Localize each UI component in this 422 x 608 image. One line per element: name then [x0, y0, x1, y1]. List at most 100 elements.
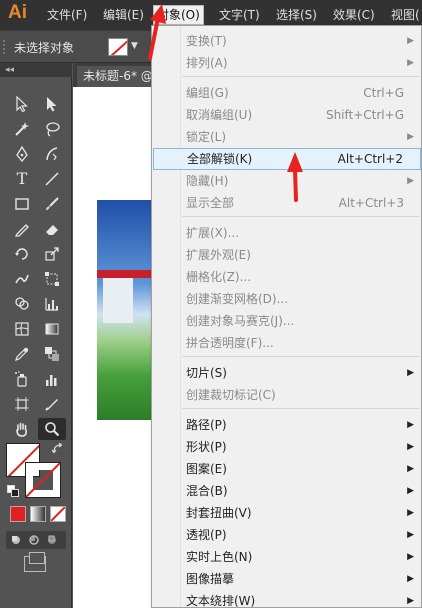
document-tab[interactable]: 未标题-6* @ — [77, 66, 159, 87]
object-menu-item[interactable]: 拼合透明度(F)... — [153, 332, 421, 354]
placed-image[interactable] — [97, 200, 152, 420]
menu-item-label: 扩展外观(E) — [186, 248, 251, 262]
object-menu-item[interactable]: 扩展(X)... — [153, 222, 421, 244]
menu-separator — [182, 408, 419, 409]
hand-tool-icon[interactable] — [8, 418, 36, 440]
object-menu-item[interactable]: 形状(P) ▶ — [153, 436, 421, 458]
menu-item-label: 创建对象马赛克(J)... — [186, 314, 295, 328]
menu-item-label: 隐藏(H) — [186, 174, 229, 188]
magic-wand-tool-icon[interactable] — [8, 118, 36, 140]
annotation-arrow-menu-icon — [148, 4, 166, 60]
line-segment-tool-icon[interactable] — [38, 168, 66, 190]
submenu-arrow-icon: ▶ — [407, 552, 414, 562]
free-transform-tool-icon[interactable] — [38, 268, 66, 290]
menu-item-label: 图像描摹 — [186, 572, 235, 586]
color-mode-button[interactable] — [10, 506, 26, 522]
menu-separator — [182, 76, 419, 77]
menu-view[interactable]: 视图( — [388, 5, 422, 25]
lasso-tool-icon[interactable] — [38, 118, 66, 140]
object-menu-item[interactable]: 创建对象马赛克(J)... — [153, 310, 421, 332]
warp-tool-icon[interactable] — [8, 268, 36, 290]
object-menu-item[interactable]: 取消编组(U) Shift+Ctrl+G — [153, 104, 421, 126]
curvature-tool-icon[interactable] — [38, 143, 66, 165]
object-menu-item[interactable]: 扩展外观(E) — [153, 244, 421, 266]
submenu-arrow-icon: ▶ — [407, 596, 414, 606]
object-menu-dropdown: 变换(T) ▶ 排列(A) ▶ 编组(G) Ctrl+G 取消编组(U) Shift+Ctrl… — [151, 25, 422, 608]
stroke-none-indicator — [26, 463, 60, 497]
menu-item-label: 排列(A) — [186, 56, 228, 70]
default-fill-stroke-icon[interactable] — [7, 485, 19, 497]
object-menu-item[interactable]: 锁定(L) ▶ — [153, 126, 421, 148]
object-menu-item[interactable]: 封套扭曲(V) ▶ — [153, 502, 421, 524]
menu-separator — [182, 216, 419, 217]
gradient-mode-button[interactable] — [30, 506, 46, 522]
menu-item-label: 形状(P) — [186, 440, 227, 454]
object-menu-item[interactable]: 实时上色(N) ▶ — [153, 546, 421, 568]
fill-color-swatch[interactable] — [108, 38, 128, 56]
object-menu-item[interactable]: 图像描摹 ▶ — [153, 568, 421, 590]
submenu-arrow-icon: ▶ — [407, 530, 414, 540]
pen-tool-icon[interactable] — [8, 143, 36, 165]
menu-item-label: 锁定(L) — [186, 130, 227, 144]
slice-tool-icon[interactable] — [38, 393, 66, 415]
object-menu-item[interactable]: 创建渐变网格(D)... — [153, 288, 421, 310]
pencil-tool-icon[interactable] — [8, 218, 36, 240]
menu-type[interactable]: 文字(T) — [216, 5, 263, 25]
submenu-arrow-icon: ▶ — [407, 176, 414, 186]
gradient-tool-icon[interactable] — [38, 318, 66, 340]
app-logo: Ai — [8, 2, 27, 23]
menu-item-label: 编组(G) — [186, 86, 229, 100]
object-menu-item[interactable]: 切片(S) ▶ — [153, 362, 421, 384]
paintbrush-tool-icon[interactable] — [38, 193, 66, 215]
artboard-tool-icon[interactable] — [8, 393, 36, 415]
object-menu-item[interactable]: 透视(P) ▶ — [153, 524, 421, 546]
menu-item-label: 栅格化(Z)... — [186, 270, 252, 284]
type-tool-icon[interactable]: T — [8, 168, 36, 190]
image-building — [103, 278, 133, 323]
object-menu-item[interactable]: 编组(G) Ctrl+G — [153, 82, 421, 104]
object-menu-item[interactable]: 文本绕排(W) ▶ — [153, 590, 421, 608]
color-mode-buttons — [8, 506, 68, 524]
image-building-roof — [97, 270, 152, 278]
menu-item-label: 创建渐变网格(D)... — [186, 292, 289, 306]
menu-item-label: 透视(P) — [186, 528, 227, 542]
rectangle-tool-icon[interactable] — [8, 193, 36, 215]
object-menu-item[interactable]: 图案(E) ▶ — [153, 458, 421, 480]
drawing-modes — [6, 531, 66, 549]
rotate-tool-icon[interactable] — [8, 243, 36, 265]
selection-tool-icon[interactable] — [8, 93, 36, 115]
menu-item-label: 图案(E) — [186, 462, 227, 476]
eraser-tool-icon[interactable] — [38, 218, 66, 240]
menu-item-label: 全部解锁(K) — [187, 152, 253, 166]
menu-file[interactable]: 文件(F) — [44, 5, 90, 25]
annotation-arrow-unlock-icon — [287, 152, 303, 202]
object-menu-item[interactable]: 排列(A) ▶ — [153, 52, 421, 74]
none-mode-button[interactable] — [50, 506, 66, 522]
panel-grip-icon[interactable] — [3, 40, 7, 54]
object-menu-item[interactable]: 栅格化(Z)... — [153, 266, 421, 288]
tools-panel-collapse[interactable]: ◂◂ — [0, 63, 72, 77]
symbol-sprayer-tool-icon[interactable] — [8, 368, 36, 390]
direct-selection-tool-icon[interactable] — [38, 93, 66, 115]
object-menu-item[interactable]: 混合(B) ▶ — [153, 480, 421, 502]
object-menu-item[interactable]: 创建裁切标记(C) — [153, 384, 421, 406]
graph-tool-icon[interactable] — [38, 293, 66, 315]
menu-item-label: 变换(T) — [186, 34, 227, 48]
zoom-tool-icon[interactable] — [38, 418, 66, 440]
shape-builder-tool-icon[interactable] — [8, 293, 36, 315]
submenu-arrow-icon: ▶ — [407, 36, 414, 46]
selection-status: 未选择对象 — [14, 41, 75, 55]
blend-tool-icon[interactable] — [38, 343, 66, 365]
column-graph-tool-icon[interactable] — [38, 368, 66, 390]
swap-fill-stroke-icon[interactable] — [51, 442, 64, 458]
menu-select[interactable]: 选择(S) — [273, 5, 320, 25]
scale-tool-icon[interactable] — [38, 243, 66, 265]
object-menu-item[interactable]: 变换(T) ▶ — [153, 30, 421, 52]
submenu-arrow-icon: ▶ — [407, 574, 414, 584]
menu-effect[interactable]: 效果(C) — [330, 5, 378, 25]
mesh-tool-icon[interactable] — [8, 318, 36, 340]
eyedropper-tool-icon[interactable] — [8, 343, 36, 365]
object-menu-item[interactable]: 路径(P) ▶ — [153, 414, 421, 436]
screen-mode-button[interactable] — [24, 552, 46, 572]
menu-item-label: 显示全部 — [186, 196, 235, 210]
